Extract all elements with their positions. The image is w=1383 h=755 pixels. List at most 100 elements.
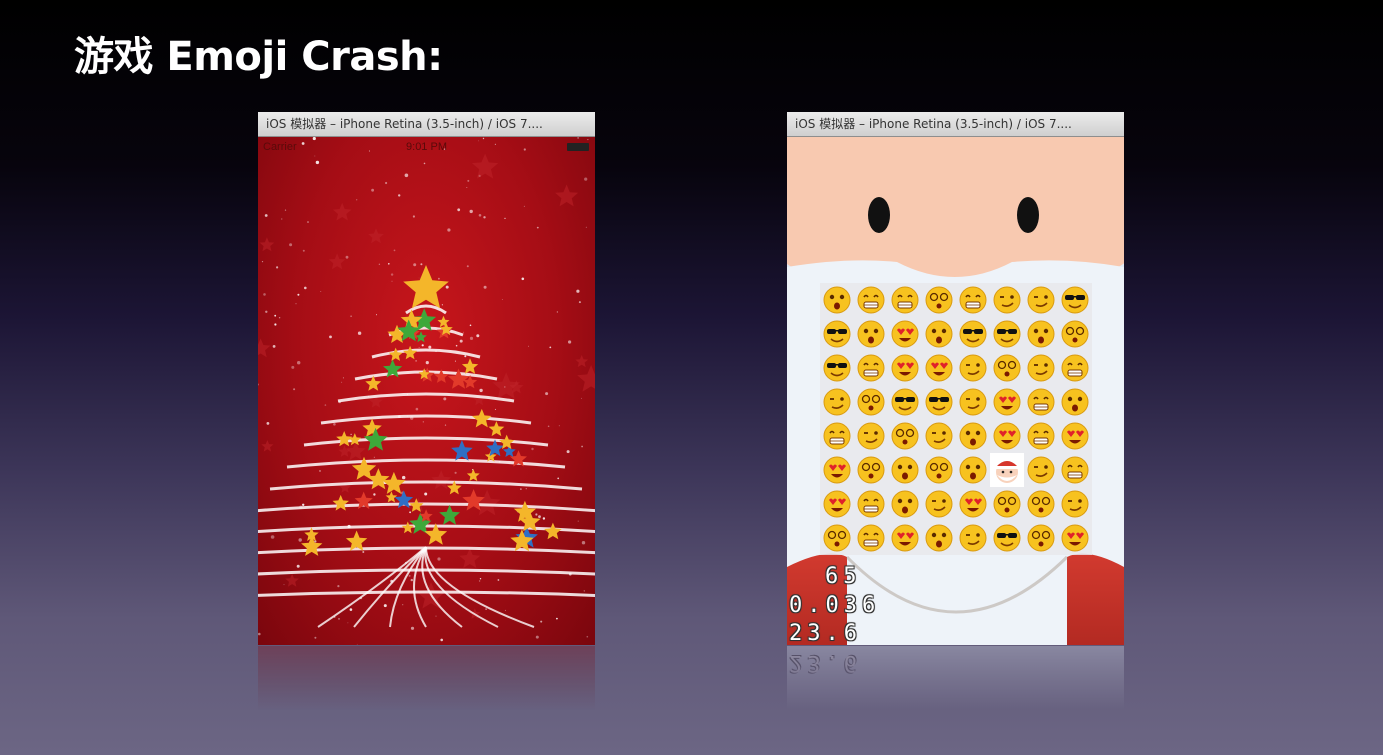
emoji-tile[interactable] <box>1024 351 1058 385</box>
emoji-crash-game-screen[interactable]: 65 0.036 23.6 <box>787 137 1124 645</box>
emoji-tile[interactable] <box>888 283 922 317</box>
emoji-tile[interactable] <box>888 487 922 521</box>
emoji-tile[interactable] <box>888 351 922 385</box>
wink-emoji-icon <box>1061 490 1089 518</box>
emoji-tile[interactable] <box>990 351 1024 385</box>
emoji-tile[interactable] <box>1024 453 1058 487</box>
dizzy-emoji-icon <box>993 490 1021 518</box>
emoji-tile[interactable] <box>854 317 888 351</box>
heart-eyes-emoji-icon <box>823 456 851 484</box>
cool-emoji-icon <box>925 388 953 416</box>
emoji-tile[interactable] <box>922 487 956 521</box>
emoji-tile[interactable] <box>956 419 990 453</box>
emoji-tile[interactable] <box>956 351 990 385</box>
dizzy-emoji-icon <box>925 286 953 314</box>
emoji-tile[interactable] <box>990 385 1024 419</box>
emoji-tile[interactable] <box>990 283 1024 317</box>
emoji-tile[interactable] <box>1058 385 1092 419</box>
emoji-tile[interactable] <box>1024 385 1058 419</box>
emoji-tile[interactable] <box>990 521 1024 555</box>
emoji-tile[interactable] <box>820 351 854 385</box>
dizzy-emoji-icon <box>925 456 953 484</box>
emoji-tile[interactable] <box>854 521 888 555</box>
wink-emoji-icon <box>993 286 1021 314</box>
emoji-tile[interactable] <box>854 487 888 521</box>
emoji-tile[interactable] <box>1058 283 1092 317</box>
santa-left-eye <box>868 197 890 233</box>
emoji-tile[interactable] <box>990 419 1024 453</box>
emoji-tile[interactable] <box>922 351 956 385</box>
emoji-tile[interactable] <box>956 283 990 317</box>
emoji-tile[interactable] <box>1024 419 1058 453</box>
emoji-tile[interactable] <box>1058 351 1092 385</box>
left-window-reflection <box>258 646 595 726</box>
emoji-grid[interactable] <box>820 283 1092 555</box>
emoji-tile[interactable] <box>888 521 922 555</box>
emoji-tile[interactable] <box>1024 487 1058 521</box>
emoji-tile[interactable] <box>956 317 990 351</box>
christmas-tree-screen[interactable]: Carrier 9:01 PM <box>258 137 595 645</box>
heart-eyes-emoji-icon <box>891 354 919 382</box>
emoji-tile[interactable] <box>990 317 1024 351</box>
emoji-tile[interactable] <box>888 419 922 453</box>
emoji-tile[interactable] <box>854 419 888 453</box>
emoji-tile[interactable] <box>854 453 888 487</box>
emoji-tile[interactable] <box>990 453 1024 487</box>
window-titlebar[interactable]: iOS 模拟器 – iPhone Retina (3.5-inch) / iOS… <box>258 112 595 137</box>
emoji-tile[interactable] <box>820 385 854 419</box>
wink-emoji-icon <box>857 422 885 450</box>
cool-emoji-icon <box>959 320 987 348</box>
heart-eyes-emoji-icon <box>1061 524 1089 552</box>
emoji-tile[interactable] <box>854 283 888 317</box>
emoji-tile[interactable] <box>922 419 956 453</box>
emoji-tile[interactable] <box>888 385 922 419</box>
cool-emoji-icon <box>823 354 851 382</box>
emoji-tile[interactable] <box>1058 317 1092 351</box>
emoji-tile[interactable] <box>922 385 956 419</box>
emoji-tile[interactable] <box>820 453 854 487</box>
emoji-tile[interactable] <box>1058 453 1092 487</box>
heart-eyes-emoji-icon <box>891 524 919 552</box>
reflected-hud: 23.6 <box>789 650 862 675</box>
surprised-emoji-icon <box>857 320 885 348</box>
emoji-tile[interactable] <box>1024 521 1058 555</box>
emoji-tile[interactable] <box>922 283 956 317</box>
grin-emoji-icon <box>1027 422 1055 450</box>
emoji-tile[interactable] <box>922 453 956 487</box>
dizzy-emoji-icon <box>857 388 885 416</box>
emoji-tile[interactable] <box>1058 419 1092 453</box>
emoji-tile[interactable] <box>820 317 854 351</box>
window-titlebar[interactable]: iOS 模拟器 – iPhone Retina (3.5-inch) / iOS… <box>787 112 1124 137</box>
emoji-tile[interactable] <box>990 487 1024 521</box>
emoji-tile[interactable] <box>820 419 854 453</box>
cool-emoji-icon <box>993 524 1021 552</box>
wink-emoji-icon <box>925 490 953 518</box>
emoji-tile[interactable] <box>956 453 990 487</box>
dizzy-emoji-icon <box>857 456 885 484</box>
grin-emoji-icon <box>857 354 885 382</box>
emoji-tile[interactable] <box>1058 487 1092 521</box>
emoji-tile[interactable] <box>956 487 990 521</box>
emoji-tile[interactable] <box>922 521 956 555</box>
emoji-tile[interactable] <box>956 521 990 555</box>
emoji-tile[interactable] <box>888 317 922 351</box>
emoji-tile[interactable] <box>1024 283 1058 317</box>
emoji-tile[interactable] <box>888 453 922 487</box>
wink-emoji-icon <box>1027 286 1055 314</box>
emoji-tile[interactable] <box>1024 317 1058 351</box>
emoji-tile[interactable] <box>956 385 990 419</box>
emoji-tile[interactable] <box>820 521 854 555</box>
emoji-tile[interactable] <box>1058 521 1092 555</box>
emoji-tile[interactable] <box>854 351 888 385</box>
heart-eyes-emoji-icon <box>993 388 1021 416</box>
emoji-tile[interactable] <box>854 385 888 419</box>
wink-emoji-icon <box>959 354 987 382</box>
wink-emoji-icon <box>1027 354 1055 382</box>
emoji-tile[interactable] <box>922 317 956 351</box>
emoji-tile[interactable] <box>820 283 854 317</box>
cool-emoji-icon <box>993 320 1021 348</box>
emoji-tile[interactable] <box>820 487 854 521</box>
dizzy-emoji-icon <box>891 422 919 450</box>
hud-score: 65 <box>825 564 862 589</box>
surprised-emoji-icon <box>823 286 851 314</box>
